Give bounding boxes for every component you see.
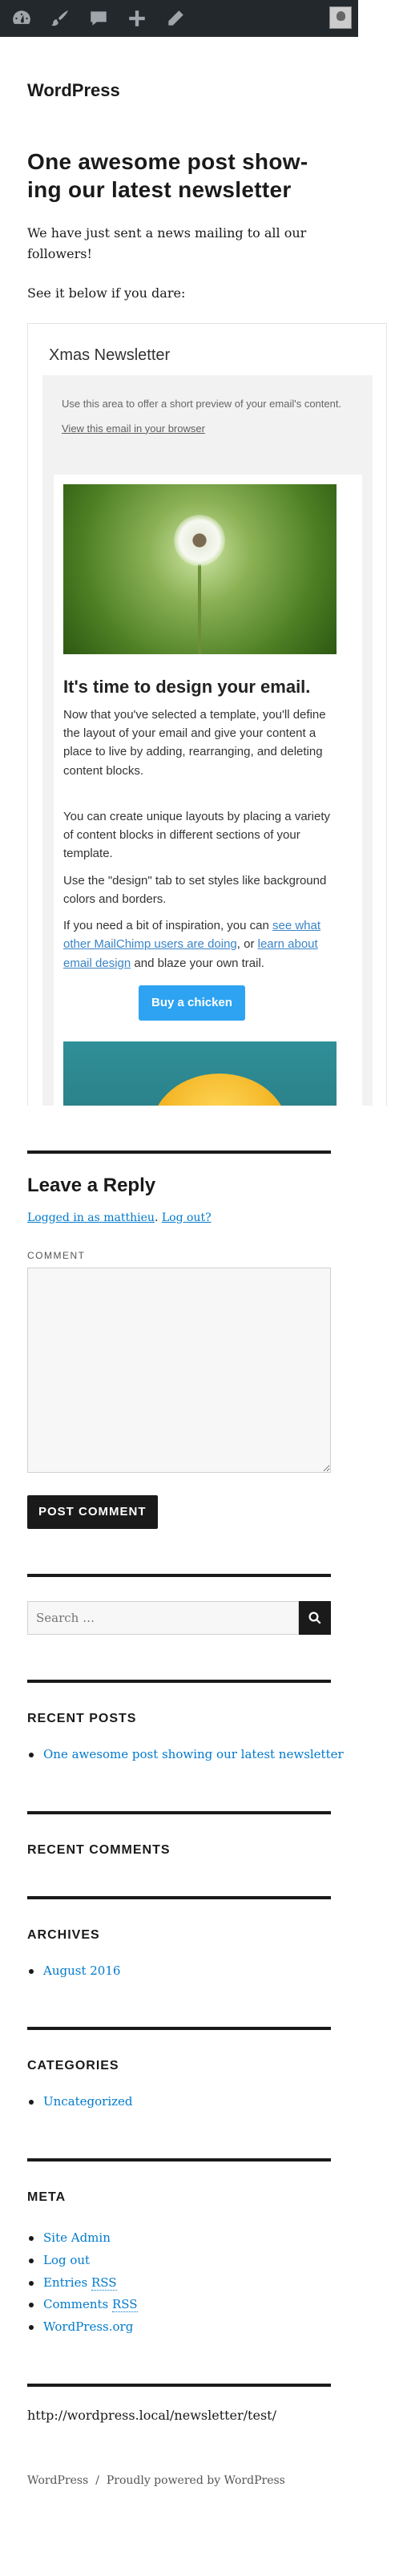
url-widget: [0, 2383, 395, 2387]
post-paragraph-1: We have just sent a news mailing to all …: [27, 225, 307, 261]
recent-posts-title: RECENT POSTS: [27, 1711, 137, 1725]
comments-icon[interactable]: [83, 0, 114, 37]
list-item[interactable]: One awesome post showing our latest news…: [27, 1744, 368, 1766]
divider: [27, 2383, 331, 2387]
newsletter-para-2: You can create unique layouts by placing…: [63, 809, 330, 861]
view-in-browser-link[interactable]: View this email in your browser: [62, 421, 353, 438]
chicken-image: [63, 1041, 337, 1106]
buy-chicken-button[interactable]: Buy a chicken: [139, 985, 245, 1021]
divider: [27, 2027, 331, 2031]
wordpress-org-link[interactable]: WordPress.org: [43, 2319, 133, 2334]
para4-text-b: , or: [236, 937, 258, 952]
divider: [27, 1895, 331, 1899]
preheader-text: Use this area to offer a short preview o…: [42, 375, 373, 438]
site-title[interactable]: WordPress: [27, 80, 368, 101]
site-footer: WordPress / Proudly powered by WordPress: [0, 2474, 395, 2487]
list-item[interactable]: Site Admin: [27, 2227, 368, 2250]
recent-comments-title: RECENT COMMENTS: [27, 1842, 171, 1857]
post-comment-button[interactable]: POST COMMENT: [27, 1494, 158, 1529]
divider: [27, 1810, 331, 1814]
post-paragraph-2: See it below if you dare:: [27, 285, 186, 301]
divider: [27, 1573, 331, 1577]
recent-posts-widget: RECENT POSTS One awesome post showing ou…: [0, 1679, 395, 1766]
admin-bar: [0, 0, 358, 37]
post-title-line-2: ing our latest newsletter: [27, 177, 292, 202]
divider: [27, 2158, 331, 2162]
comment-label: COMMENT: [27, 1249, 86, 1261]
newsletter-preview[interactable]: Xmas Newsletter Use this area to offer a…: [27, 322, 387, 1106]
avatar[interactable]: [329, 6, 352, 29]
preheader-preview: Use this area to offer a short preview o…: [62, 397, 342, 410]
search-icon: [308, 1612, 321, 1624]
meta-title: META: [27, 2190, 67, 2205]
search-input[interactable]: [27, 1600, 299, 1635]
list-item[interactable]: August 2016: [27, 1960, 368, 1983]
search-widget: [0, 1573, 395, 1635]
category-link[interactable]: Uncategorized: [43, 2094, 133, 2109]
comment-section: Leave a Reply Logged in as matthieu. Log…: [0, 1150, 395, 1529]
list-item[interactable]: Comments RSS: [27, 2294, 368, 2316]
edit-pencil-icon[interactable]: [160, 0, 191, 37]
archives-widget: ARCHIVES August 2016: [0, 1895, 395, 1983]
list-item[interactable]: Uncategorized: [27, 2091, 368, 2113]
logout-meta-link[interactable]: Log out: [43, 2253, 90, 2267]
logged-in-as-link[interactable]: Logged in as matthieu: [27, 1211, 155, 1224]
recent-post-link[interactable]: One awesome post showing our latest news…: [43, 1747, 344, 1761]
archive-link[interactable]: August 2016: [43, 1963, 120, 1978]
meta-widget: META Site Admin Log out Entries RSS Comm…: [0, 2158, 395, 2339]
rss-abbr: RSS: [112, 2297, 138, 2313]
customize-brush-icon[interactable]: [45, 0, 75, 37]
list-item[interactable]: Log out: [27, 2250, 368, 2272]
post-title: One awesome post show- ing our latest ne…: [27, 148, 368, 204]
new-plus-icon[interactable]: [122, 0, 152, 37]
list-item[interactable]: WordPress.org: [27, 2316, 368, 2339]
powered-by-link[interactable]: Proudly powered by WordPress: [107, 2474, 285, 2487]
search-button[interactable]: [299, 1600, 331, 1635]
rss-abbr: RSS: [91, 2275, 117, 2291]
comments-rss-link[interactable]: Comments RSS: [43, 2297, 138, 2313]
post-title-line-1: One awesome post show-: [27, 149, 308, 174]
newsletter-para-3: Use the "design" tab to set styles like …: [63, 873, 327, 906]
recent-comments-widget: RECENT COMMENTS: [0, 1810, 395, 1858]
newsletter-para-1: Now that you've selected a template, you…: [63, 707, 326, 778]
entries-label: Entries: [43, 2275, 88, 2290]
reply-title: Leave a Reply: [27, 1174, 156, 1196]
newsletter-body: Use this area to offer a short preview o…: [42, 374, 373, 1106]
dandelion-image: [63, 483, 337, 654]
categories-widget: CATEGORIES Uncategorized: [0, 2027, 395, 2113]
newsletter-card: It's time to design your email. Now that…: [54, 474, 362, 1106]
site-admin-link[interactable]: Site Admin: [43, 2230, 111, 2245]
footer-site-link[interactable]: WordPress: [27, 2474, 88, 2487]
comments-label: Comments: [43, 2297, 109, 2312]
logged-sep: .: [154, 1211, 162, 1224]
dashboard-icon[interactable]: [6, 0, 37, 37]
newsletter-heading: Xmas Newsletter: [49, 346, 171, 364]
entries-rss-link[interactable]: Entries RSS: [43, 2275, 117, 2291]
url-text: http://wordpress.local/newsletter/test/: [27, 2407, 276, 2423]
list-item[interactable]: Entries RSS: [27, 2272, 368, 2295]
divider: [27, 1679, 331, 1683]
logout-link[interactable]: Log out?: [162, 1211, 212, 1224]
para4-text-a: If you need a bit of inspiration, you ca…: [63, 919, 272, 933]
para4-text-c: and blaze your own trail.: [131, 956, 264, 970]
archives-title: ARCHIVES: [27, 1927, 100, 1942]
newsletter-para-4: If you need a bit of inspiration, you ca…: [63, 916, 337, 973]
comment-textarea[interactable]: [27, 1267, 331, 1473]
logged-in-line: Logged in as matthieu. Log out?: [27, 1211, 368, 1224]
footer-separator: /: [95, 2473, 99, 2487]
categories-title: CATEGORIES: [27, 2059, 119, 2073]
divider: [27, 1150, 331, 1154]
newsletter-h2: It's time to design your email.: [63, 676, 311, 697]
